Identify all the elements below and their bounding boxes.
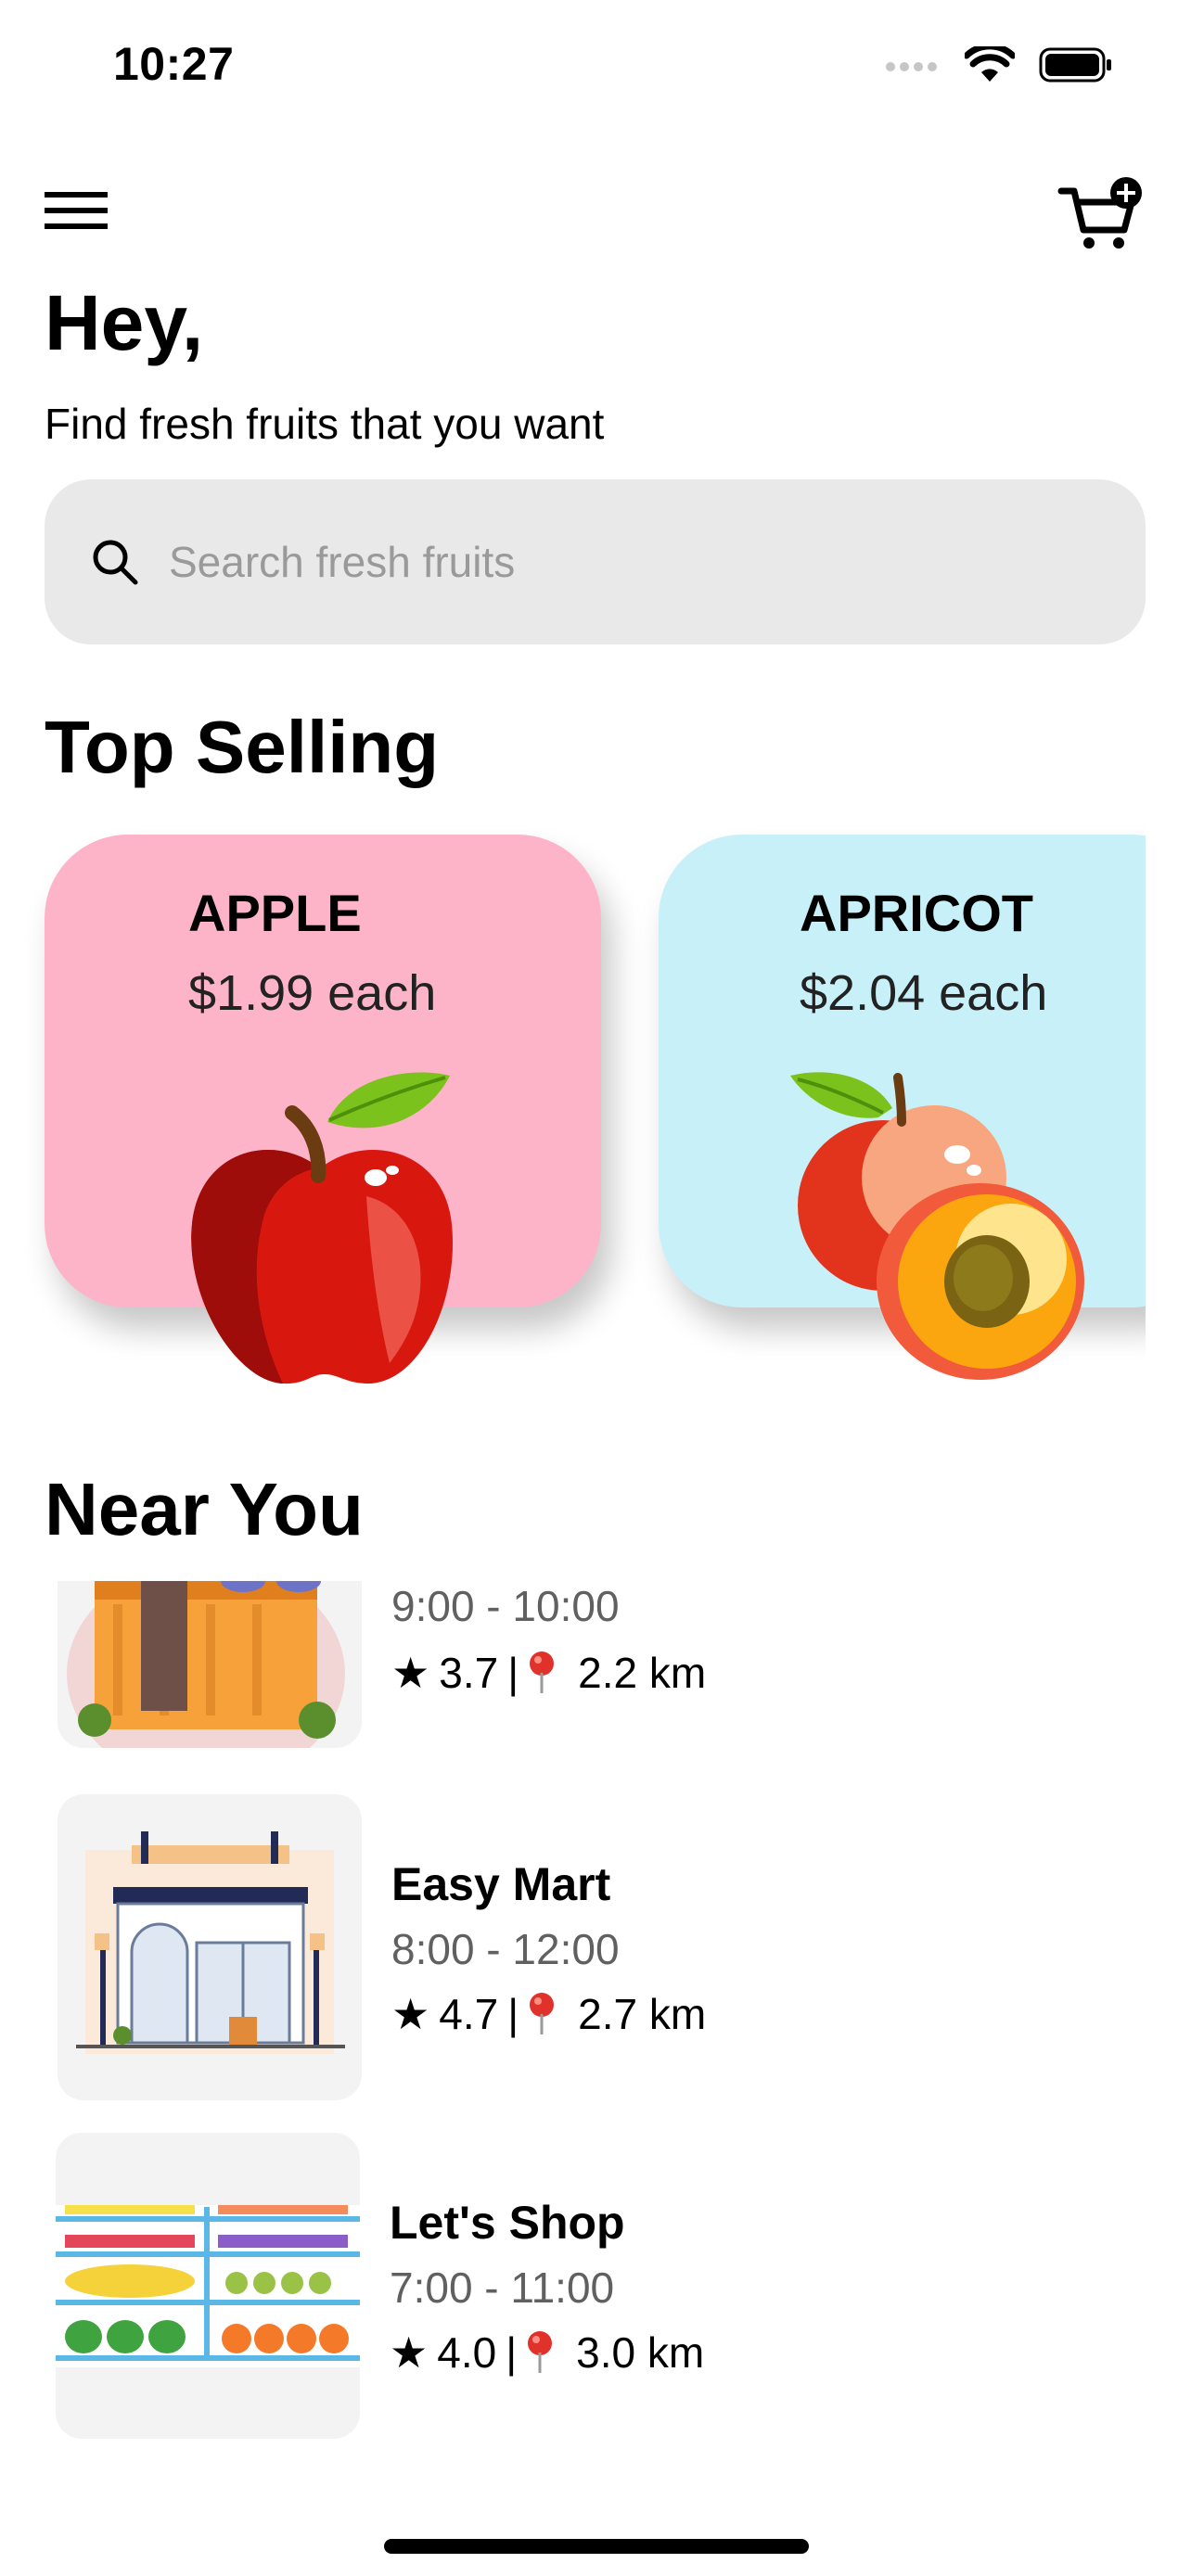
product-name: APPLE — [188, 884, 362, 942]
storefront-illustration — [58, 1794, 362, 2100]
star-icon: ★ — [391, 1990, 430, 2038]
near-you-title: Near You — [45, 1468, 364, 1550]
battery-icon — [1039, 47, 1111, 83]
fruit-stall-illustration — [58, 1581, 362, 1748]
star-icon: ★ — [390, 2328, 429, 2377]
separator: | — [507, 1649, 519, 1697]
shop-meta: ★ 4.7 | 2.7 km — [391, 1989, 706, 2039]
star-icon: ★ — [391, 1649, 430, 1697]
location-pin-icon — [530, 1993, 555, 2034]
location-pin-icon — [528, 2331, 553, 2373]
search-bar[interactable] — [45, 479, 1146, 644]
shop-distance: 3.0 km — [576, 2328, 705, 2377]
apple-illustration — [191, 1072, 454, 1384]
top-selling-title: Top Selling — [45, 706, 440, 788]
shop-list-item[interactable]: Let's Shop 7:00 - 11:00 ★ 4.0 | 3.0 km — [0, 2133, 1191, 2439]
cart-button[interactable] — [1057, 176, 1143, 252]
hamburger-menu-icon — [45, 192, 108, 229]
search-input[interactable] — [167, 536, 1005, 588]
greeting-subtitle: Find fresh fruits that you want — [45, 400, 605, 448]
separator: | — [507, 1990, 519, 2038]
shop-rating: 4.7 — [439, 1990, 499, 2038]
product-price: $1.99 each — [188, 965, 437, 1021]
shop-name: Easy Mart — [391, 1858, 611, 1910]
product-price: $2.04 each — [800, 965, 1048, 1021]
cellular-signal-icon — [886, 62, 937, 71]
produce-shelves-illustration — [56, 2133, 360, 2439]
shop-name: Let's Shop — [390, 2197, 625, 2249]
shop-hours: 9:00 - 10:00 — [391, 1582, 620, 1630]
location-pin-icon — [530, 1651, 555, 1693]
product-name: APRICOT — [800, 884, 1033, 942]
top-selling-carousel[interactable]: APPLE $1.99 each APRICOT $2.04 each — [0, 816, 1146, 1447]
home-indicator[interactable] — [384, 2539, 809, 2554]
apricot-illustration — [790, 1072, 1084, 1380]
menu-button[interactable] — [45, 190, 115, 233]
greeting-title: Hey, — [45, 279, 204, 366]
shop-distance: 2.2 km — [578, 1649, 707, 1697]
shop-meta: ★ 4.0 | 3.0 km — [390, 2327, 704, 2378]
shop-distance: 2.7 km — [578, 1990, 707, 2038]
shop-rating: 3.7 — [439, 1649, 499, 1697]
shop-info: 9:00 - 10:00 ★ 3.7 | 2.2 km — [391, 1581, 706, 1698]
separator: | — [506, 2328, 518, 2377]
status-time: 10:27 — [113, 38, 235, 90]
shop-list-item[interactable]: Easy Mart 8:00 - 12:00 ★ 4.7 | 2.7 km — [0, 1794, 1191, 2100]
cart-add-icon — [1057, 177, 1142, 249]
shop-list-item[interactable]: 9:00 - 10:00 ★ 3.7 | 2.2 km — [0, 1581, 1191, 1748]
wifi-icon — [965, 46, 1015, 82]
shop-meta: ★ 3.7 | 2.2 km — [391, 1648, 706, 1698]
shop-hours: 7:00 - 11:00 — [390, 2264, 615, 2312]
shop-rating: 4.0 — [437, 2328, 497, 2377]
shop-info: Easy Mart 8:00 - 12:00 ★ 4.7 | 2.7 km — [391, 1857, 706, 2039]
shop-hours: 8:00 - 12:00 — [391, 1925, 620, 1973]
search-icon — [93, 540, 138, 585]
near-you-list[interactable]: 9:00 - 10:00 ★ 3.7 | 2.2 km Easy Mart 8:… — [0, 1581, 1191, 2453]
status-icons — [885, 46, 1113, 83]
shop-info: Let's Shop 7:00 - 11:00 ★ 4.0 | 3.0 km — [390, 2196, 704, 2378]
